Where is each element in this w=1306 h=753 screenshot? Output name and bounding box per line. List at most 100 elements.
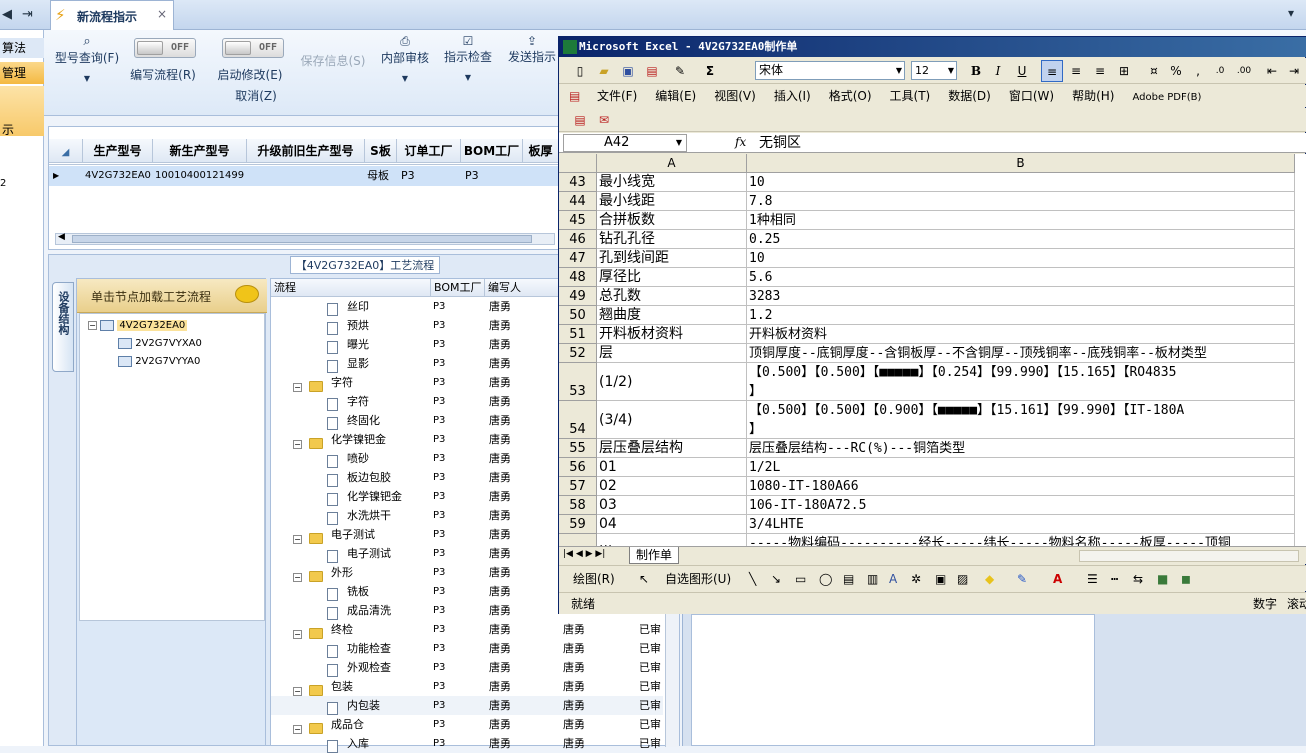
table-row[interactable]: ▶ 4V2G732EA0 10010400121499 母板 P3 P3 (49, 166, 559, 186)
align-center-icon[interactable]: ≡ (1065, 60, 1087, 82)
cell-a[interactable]: 层压叠层结构 (597, 439, 747, 458)
collapse-icon[interactable]: − (293, 434, 302, 449)
collapse-icon[interactable]: − (293, 377, 302, 392)
cell-b[interactable]: 0.25 (747, 230, 1295, 249)
diagram-icon[interactable]: ✲ (911, 566, 921, 591)
close-icon[interactable]: × (157, 7, 167, 21)
cell-b[interactable]: 10 (747, 173, 1295, 192)
name-box[interactable]: A42 ▼ (563, 134, 687, 152)
scroll-left-icon[interactable]: ◀ (58, 232, 65, 242)
cell-a[interactable]: (3/4) (597, 401, 747, 439)
row-number[interactable]: 45 (559, 211, 597, 230)
cell-b[interactable]: 1080-IT-180A66 (747, 477, 1295, 496)
row-number[interactable]: 59 (559, 515, 597, 534)
grid-cell[interactable]: P3 (397, 166, 461, 186)
menu-tools[interactable]: 工具(T) (890, 89, 931, 103)
cell-a[interactable]: (1/2) (597, 363, 747, 401)
font-color-icon[interactable]: A (1053, 566, 1062, 591)
percent-icon[interactable]: % (1165, 60, 1187, 82)
line-style-icon[interactable]: ☰ (1087, 566, 1098, 591)
row-number[interactable]: 56 (559, 458, 597, 477)
menu-view[interactable]: 视图(V) (714, 89, 756, 103)
cell-b[interactable]: 开料板材资料 (747, 325, 1295, 344)
sheet-tab[interactable]: 制作单 (629, 547, 679, 564)
cell-b[interactable]: 3/4LHTE (747, 515, 1295, 534)
cell-a[interactable]: 钻孔孔径 (597, 230, 747, 249)
cancel-label[interactable]: 取消(Z) (228, 87, 284, 104)
bold-icon[interactable]: B (965, 60, 987, 82)
cell-a[interactable]: 层 (597, 344, 747, 363)
menu-edit[interactable]: 编辑(E) (655, 89, 696, 103)
cell-b[interactable]: 3283 (747, 287, 1295, 306)
tab-new-flow-instruction[interactable]: ⚡ 新流程指示 × (50, 0, 174, 30)
grid-cell[interactable]: 10010400121499 (153, 166, 247, 186)
row-number[interactable] (559, 534, 597, 546)
menu-adobe-pdf[interactable]: Adobe PDF(B) (1132, 92, 1201, 103)
internal-review-button[interactable]: ⎙ 内部审核 ▼ (380, 34, 430, 83)
horizontal-scrollbar[interactable]: ◀ (55, 232, 555, 245)
arrow-style-icon[interactable]: ⇆ (1133, 566, 1143, 591)
collapse-icon[interactable]: − (293, 624, 302, 639)
collapse-icon[interactable]: − (293, 681, 302, 696)
cell-b[interactable]: 10 (747, 249, 1295, 268)
row-number[interactable]: 47 (559, 249, 597, 268)
instruction-check-button[interactable]: ☑ 指示检查 ▼ (442, 34, 494, 82)
row-number[interactable]: 53 (559, 363, 597, 401)
table-row[interactable]: 功能检查 P3 唐勇 唐勇 已审 (271, 639, 663, 658)
format-painter-icon[interactable]: ✎ (669, 60, 691, 82)
pdf-email-icon[interactable]: ✉ (593, 109, 615, 131)
row-number[interactable]: 58 (559, 496, 597, 515)
cell-b[interactable]: 顶铜厚度--底铜厚度--含铜板厚--不含铜厚--顶残铜率--底残铜率--板材类型 (747, 344, 1295, 363)
sheet-hscrollbar[interactable] (1079, 550, 1299, 562)
row-number[interactable]: 54 (559, 401, 597, 439)
arrow-icon[interactable]: ↘ (771, 566, 781, 591)
cell-b[interactable]: -----物料编码----------经长-----纬长-----物料名称---… (747, 534, 1295, 546)
row-number[interactable]: 50 (559, 306, 597, 325)
shadow-icon[interactable]: ■ (1157, 566, 1168, 591)
menu-window[interactable]: 窗口(W) (1009, 89, 1054, 103)
scroll-thumb[interactable] (72, 235, 532, 243)
cell-b[interactable]: 【0.500】【0.500】【0.900】【■■■■■】【15.161】【99.… (747, 401, 1295, 439)
clipart-icon[interactable]: ▣ (935, 566, 946, 591)
column-header[interactable]: BOM工厂 (461, 139, 523, 163)
table-row[interactable]: 内包装 P3 唐勇 唐勇 已审 (271, 696, 663, 715)
cell-a[interactable]: 孔到线间距 (597, 249, 747, 268)
autoshapes-menu[interactable]: 自选图形(U) (665, 566, 731, 591)
underline-icon[interactable]: U (1011, 60, 1033, 82)
comma-icon[interactable]: , (1187, 60, 1209, 82)
select-pointer-icon[interactable]: ↖ (639, 566, 649, 591)
tree-node[interactable]: 2V2G7VYXA0 (118, 336, 202, 352)
cell-b[interactable]: 1种相同 (747, 211, 1295, 230)
table-row[interactable]: 入库 P3 唐勇 唐勇 已审 (271, 734, 663, 753)
cell-a[interactable]: 开料板材资料 (597, 325, 747, 344)
sheet-nav-icon[interactable]: |◀ ◀ ▶ ▶| (563, 549, 605, 559)
send-instruction-button[interactable]: ⇪ 发送指示 (504, 34, 560, 65)
column-header[interactable]: S板 (365, 139, 397, 163)
wordart-icon[interactable]: A (889, 566, 897, 591)
cell-a[interactable]: 厚径比 (597, 268, 747, 287)
row-number[interactable]: 52 (559, 344, 597, 363)
cell-b[interactable]: 7.8 (747, 192, 1295, 211)
collapse-icon[interactable]: − (293, 719, 302, 734)
pdf-icon[interactable]: ▤ (641, 60, 663, 82)
cell-a[interactable]: 最小线宽 (597, 173, 747, 192)
row-number[interactable]: 46 (559, 230, 597, 249)
model-query-button[interactable]: ⌕ 型号查询(F) ▼ (52, 34, 122, 83)
left-nav-item-active[interactable]: 管理 (0, 62, 44, 84)
align-right-icon[interactable]: ≡ (1089, 60, 1111, 82)
rectangle-icon[interactable]: ▭ (795, 566, 806, 591)
table-row[interactable]: 外观检查 P3 唐勇 唐勇 已审 (271, 658, 663, 677)
row-number[interactable]: 57 (559, 477, 597, 496)
line-color-icon[interactable]: ✎ (1017, 566, 1027, 591)
column-header[interactable]: 板厚 (523, 139, 559, 163)
cell-a[interactable]: 02 (597, 477, 747, 496)
cell-a[interactable]: 最小线距 (597, 192, 747, 211)
cell-b[interactable]: 5.6 (747, 268, 1295, 287)
font-name-select[interactable]: 宋体 ▼ (755, 61, 905, 80)
row-number[interactable]: 51 (559, 325, 597, 344)
cell-b[interactable]: 1.2 (747, 306, 1295, 325)
dash-style-icon[interactable]: ┅ (1111, 566, 1118, 591)
menu-file[interactable]: 文件(F) (597, 89, 637, 103)
column-header[interactable]: 新生产型号 (153, 139, 247, 163)
collapse-icon[interactable]: − (88, 320, 97, 330)
